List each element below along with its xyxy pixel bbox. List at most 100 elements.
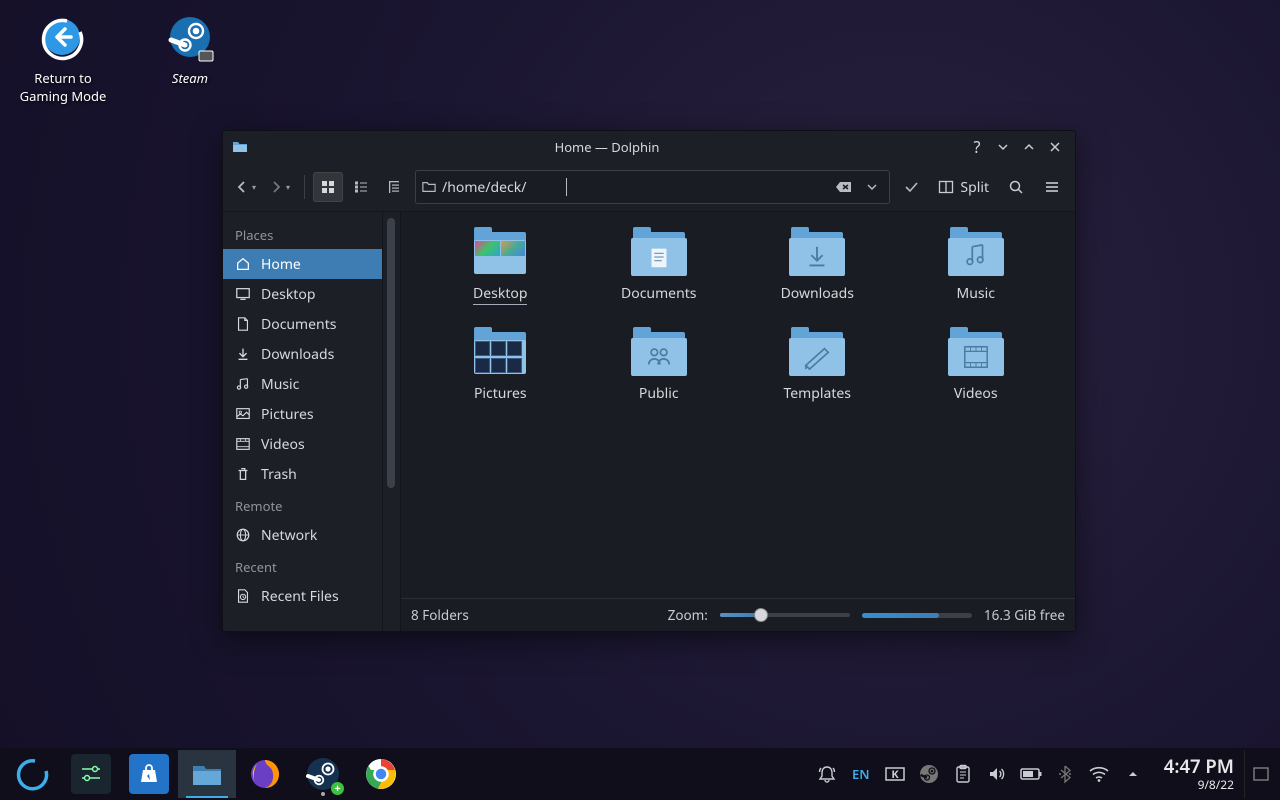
folder-icon <box>470 328 530 378</box>
volume-icon[interactable] <box>980 750 1014 798</box>
sidebar-item-home[interactable]: Home <box>223 249 382 279</box>
icons-view-button[interactable] <box>313 172 343 202</box>
taskbar-firefox[interactable] <box>236 750 294 798</box>
network-icon <box>235 527 251 543</box>
accept-path-button[interactable] <box>896 172 926 202</box>
sidebar-item-label: Desktop <box>261 285 315 304</box>
folder-documents[interactable]: Documents <box>580 228 739 328</box>
folder-label: Music <box>957 284 995 303</box>
settings-icon <box>71 754 111 794</box>
folder-desktop[interactable]: Desktop <box>421 228 580 328</box>
folder-videos[interactable]: Videos <box>897 328 1056 428</box>
sidebar-item-label: Pictures <box>261 405 314 424</box>
sidebar-item-music[interactable]: Music <box>223 369 382 399</box>
folder-icon <box>629 228 689 278</box>
sidebar-item-videos[interactable]: Videos <box>223 429 382 459</box>
icon-grid[interactable]: Desktop Documents Downloads Music Pictures Pu… <box>401 212 1075 598</box>
chrome-icon <box>361 754 401 794</box>
split-view-button[interactable]: Split <box>932 172 995 202</box>
disk-usage-bar[interactable] <box>862 613 972 618</box>
music-icon <box>235 376 251 392</box>
places-panel: PlacesHome Desktop Documents Downloads Music… <box>223 212 383 631</box>
folder-pictures[interactable]: Pictures <box>421 328 580 428</box>
folder-icon <box>946 228 1006 278</box>
battery-icon[interactable] <box>1014 750 1048 798</box>
folder-label: Pictures <box>474 384 527 403</box>
path-dropdown[interactable] <box>861 182 883 192</box>
sidebar-scrollbar[interactable] <box>383 212 401 631</box>
path-bar[interactable] <box>415 170 890 204</box>
desktop-icon-steam[interactable]: Steam <box>140 15 240 87</box>
keyboard-layout-indicator[interactable]: EN <box>844 750 878 798</box>
sidebar-item-desktop[interactable]: Desktop <box>223 279 382 309</box>
keyboard-icon[interactable]: K <box>878 750 912 798</box>
view-mode-group <box>313 172 409 202</box>
taskbar-dolphin[interactable] <box>178 750 236 798</box>
add-badge-icon: + <box>331 782 344 795</box>
sidebar-item-pictures[interactable]: Pictures <box>223 399 382 429</box>
folder-templates[interactable]: Templates <box>738 328 897 428</box>
steam-tray-icon[interactable] <box>912 750 946 798</box>
sidebar-item-label: Downloads <box>261 345 334 364</box>
desktop-icon-return-gaming[interactable]: Return to Gaming Mode <box>13 15 113 105</box>
sidebar-item-downloads[interactable]: Downloads <box>223 339 382 369</box>
help-button[interactable]: ? <box>966 136 988 158</box>
clipboard-icon[interactable] <box>946 750 980 798</box>
separator <box>304 175 305 199</box>
minimize-button[interactable] <box>992 136 1014 158</box>
sidebar-item-label: Network <box>261 526 317 545</box>
folder-icon <box>946 328 1006 378</box>
forward-history-dropdown[interactable]: ▾ <box>286 182 296 193</box>
bluetooth-icon[interactable] <box>1048 750 1082 798</box>
folder-label: Desktop <box>473 284 527 305</box>
close-button[interactable] <box>1044 136 1066 158</box>
sidebar-item-network[interactable]: Network <box>223 520 382 550</box>
item-count-label: 8 Folders <box>411 606 469 624</box>
notifications-icon[interactable] <box>810 750 844 798</box>
titlebar[interactable]: Home — Dolphin ? <box>223 131 1075 163</box>
sidebar-item-trash[interactable]: Trash <box>223 459 382 489</box>
folder-icon <box>232 139 248 155</box>
sidebar-item-documents[interactable]: Documents <box>223 309 382 339</box>
clock[interactable]: 4:47 PM 9/8/22 <box>1154 757 1244 791</box>
pictures-icon <box>235 406 251 422</box>
discover-icon <box>129 754 169 794</box>
details-view-button[interactable] <box>379 172 409 202</box>
desktop-icon <box>235 286 251 302</box>
back-button[interactable] <box>231 172 253 202</box>
hamburger-menu-button[interactable] <box>1037 172 1067 202</box>
taskbar-settings[interactable] <box>62 750 120 798</box>
sidebar-heading: Places <box>223 218 382 249</box>
taskbar-discover[interactable] <box>120 750 178 798</box>
taskbar-steam[interactable]: + <box>294 750 352 798</box>
wifi-icon[interactable] <box>1082 750 1116 798</box>
show-desktop-button[interactable] <box>1244 750 1276 798</box>
search-button[interactable] <box>1001 172 1031 202</box>
app-launcher[interactable] <box>4 750 62 798</box>
forward-button[interactable] <box>265 172 287 202</box>
sidebar-item-label: Recent Files <box>261 587 339 606</box>
split-icon <box>938 179 954 195</box>
folder-icon <box>787 228 847 278</box>
clock-time: 4:47 PM <box>1164 757 1234 777</box>
sidebar-item-recent-files[interactable]: Recent Files <box>223 581 382 611</box>
desktop-icon-label: Return to Gaming Mode <box>20 69 107 105</box>
folder-music[interactable]: Music <box>897 228 1056 328</box>
back-history-dropdown[interactable]: ▾ <box>252 182 262 193</box>
taskbar-chrome[interactable] <box>352 750 410 798</box>
firefox-icon <box>245 754 285 794</box>
sidebar-heading: Recent <box>223 550 382 581</box>
path-input[interactable] <box>442 178 820 197</box>
tray-expand-icon[interactable] <box>1116 750 1150 798</box>
toolbar: ▾ ▾ Split <box>223 163 1075 211</box>
folder-label: Downloads <box>781 284 854 303</box>
clear-path-button[interactable] <box>833 180 855 194</box>
folder-label: Documents <box>621 284 696 303</box>
folder-public[interactable]: Public <box>580 328 739 428</box>
zoom-slider[interactable] <box>720 613 850 617</box>
trash-icon <box>235 466 251 482</box>
maximize-button[interactable] <box>1018 136 1040 158</box>
taskbar: + EN K 4:47 PM 9/8/22 <box>0 748 1280 800</box>
compact-view-button[interactable] <box>346 172 376 202</box>
folder-downloads[interactable]: Downloads <box>738 228 897 328</box>
